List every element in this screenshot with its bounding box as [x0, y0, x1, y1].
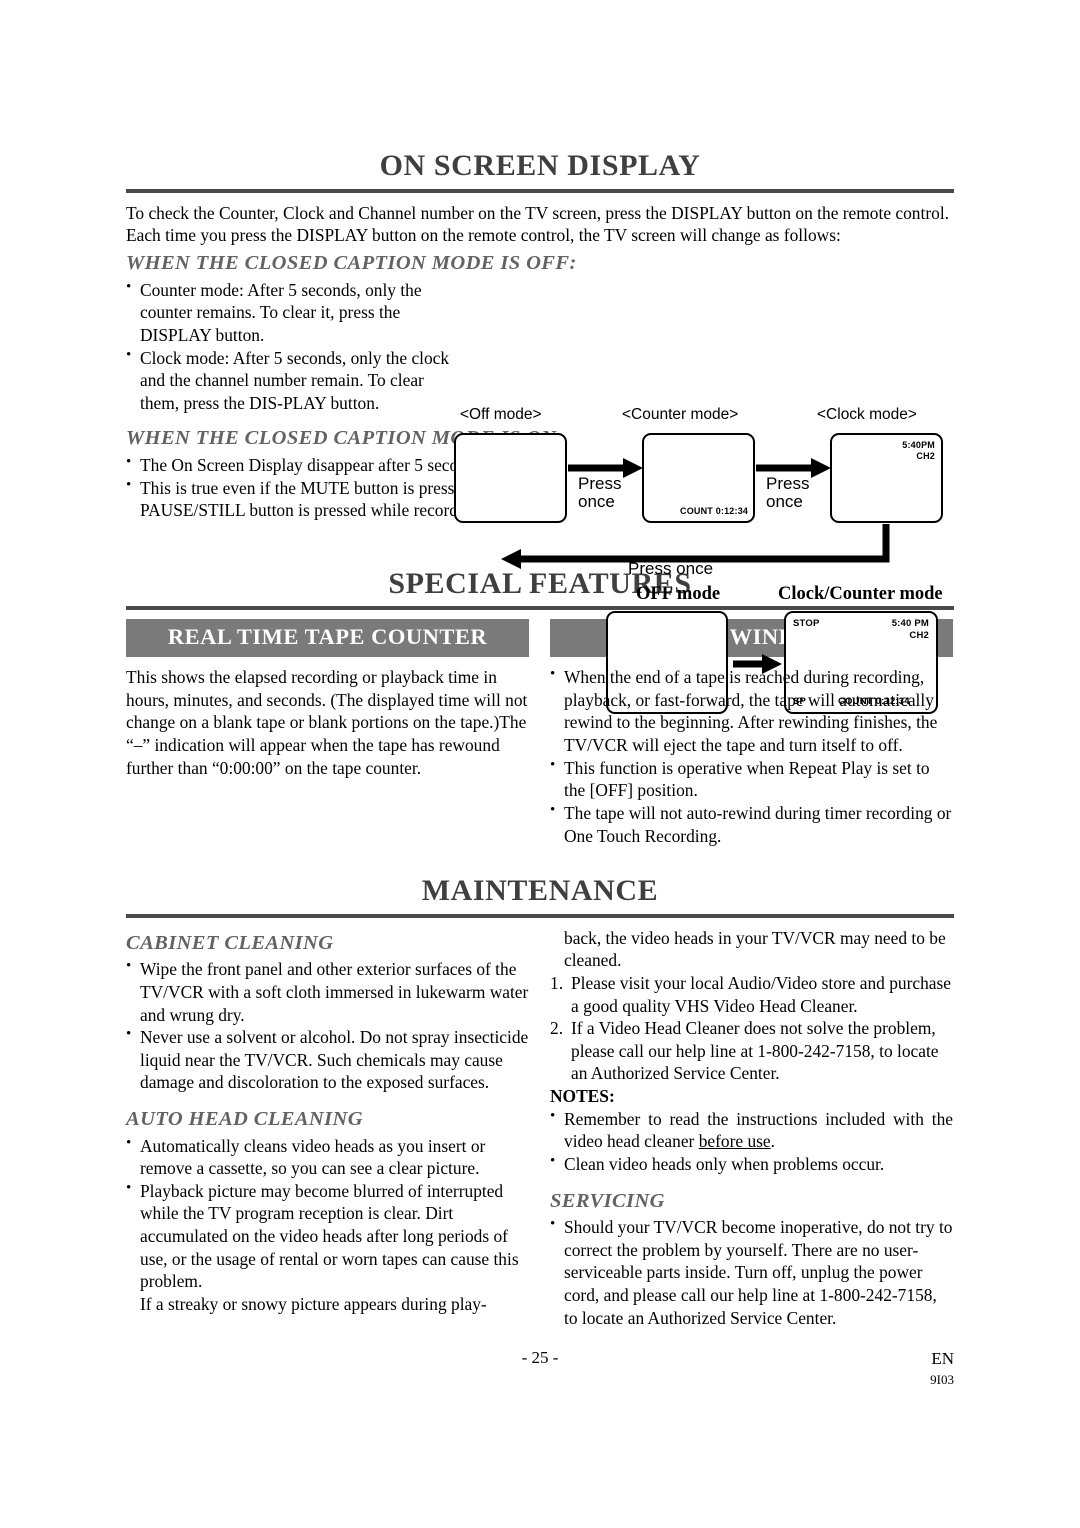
- screen-label-counter-mode: <Counter mode>: [622, 405, 739, 423]
- servicing-bullet-list: Should your TV/VCR become inoperative, d…: [550, 1215, 953, 1329]
- note-text-suffix: .: [770, 1131, 776, 1152]
- notes-bullet-list: Remember to read the instructions includ…: [550, 1107, 953, 1176]
- footer-right-block: EN 9I03: [930, 1348, 954, 1388]
- once-word-2: once: [766, 492, 803, 512]
- list-item: This is true even if the MUTE button is …: [126, 476, 596, 522]
- section-divider-maintenance: [126, 913, 954, 918]
- section-title-on-screen-display: ON SCREEN DISPLAY: [379, 149, 701, 182]
- footer-language-code: EN: [931, 1349, 954, 1368]
- auto-head-cleaning-bullet-list: Automatically cleans video heads as you …: [126, 1134, 529, 1293]
- list-item: Playback picture may become blurred of i…: [126, 1179, 529, 1293]
- feature-banner-row: REAL TIME TAPE COUNTER AUTO REWIND-EJECT: [126, 619, 954, 658]
- banner-auto-rewind-eject: AUTO REWIND-EJECT: [550, 619, 953, 658]
- section-title-maintenance: MAINTENANCE: [421, 874, 659, 908]
- tape-counter-description: This shows the elapsed recording or play…: [126, 667, 528, 778]
- banner-real-time-tape-counter: REAL TIME TAPE COUNTER: [126, 619, 529, 658]
- list-item: Remember to read the instructions includ…: [550, 1107, 953, 1153]
- subhead-cabinet-cleaning: CABINET CLEANING: [126, 931, 334, 954]
- screen-label-off-mode: <Off mode>: [460, 405, 542, 423]
- column-auto-rewind-eject: When the end of a tape is reached during…: [550, 665, 953, 847]
- list-item: Wipe the front panel and other exterior …: [126, 957, 529, 1026]
- list-item: When the end of a tape is reached during…: [550, 665, 953, 757]
- arrow-label-press-once-2: Press once: [766, 473, 810, 512]
- subhead-cc-mode-off: WHEN THE CLOSED CAPTION MODE IS OFF:: [126, 252, 577, 275]
- list-item: Should your TV/VCR become inoperative, d…: [550, 1215, 953, 1329]
- list-item: Please visit your local Audio/Video stor…: [550, 972, 952, 1016]
- list-item: Never use a solvent or alcohol. Do not s…: [126, 1025, 529, 1094]
- maintenance-columns: CABINET CLEANING Wipe the front panel an…: [126, 927, 954, 1330]
- document-page: ON SCREEN DISPLAY To check the Counter, …: [0, 0, 1080, 1528]
- screen-label-clock-mode: <Clock mode>: [817, 405, 917, 423]
- page-content: ON SCREEN DISPLAY To check the Counter, …: [126, 150, 954, 1329]
- list-item: Clock mode: After 5 seconds, only the cl…: [126, 346, 456, 415]
- notes-label: NOTES:: [550, 1086, 615, 1107]
- column-maintenance-right: back, the video heads in your TV/VCR may…: [550, 927, 953, 1330]
- cc-on-bullet-list: The On Screen Display disappear after 5 …: [126, 453, 596, 522]
- osd-channel-number: CH2: [916, 450, 935, 461]
- note-text-underlined: before use: [698, 1131, 771, 1152]
- page-footer: - 25 - EN 9I03: [126, 1348, 954, 1408]
- section-title-special-features: SPECIAL FEATURES: [388, 566, 692, 600]
- osd-intro-paragraph: To check the Counter, Clock and Channel …: [126, 202, 950, 246]
- cabinet-cleaning-bullet-list: Wipe the front panel and other exterior …: [126, 957, 529, 1094]
- special-features-columns: This shows the elapsed recording or play…: [126, 665, 954, 847]
- subhead-auto-head-cleaning: AUTO HEAD CLEANING: [126, 1108, 363, 1130]
- section-divider-special-features: [126, 606, 954, 611]
- osd-counter-value: COUNT 0:12:34: [680, 505, 749, 516]
- head-cleaner-steps-list: Please visit your local Audio/Video stor…: [550, 972, 953, 1085]
- footer-document-code: 9I03: [930, 1371, 954, 1387]
- list-item: Clean video heads only when problems occ…: [550, 1152, 953, 1176]
- list-item: If a Video Head Cleaner does not solve t…: [550, 1017, 939, 1084]
- list-item: Counter mode: After 5 seconds, only the …: [126, 278, 456, 347]
- list-item: The On Screen Display disappear after 5 …: [126, 453, 596, 477]
- section-divider-osd: [126, 188, 954, 193]
- column-real-time-tape-counter: This shows the elapsed recording or play…: [126, 666, 529, 847]
- auto-head-trailing-line: If a streaky or snowy picture appears du…: [140, 1293, 487, 1314]
- list-item: This function is operative when Repeat P…: [550, 756, 953, 802]
- press-word-2: Press: [766, 473, 810, 493]
- list-item: The tape will not auto-rewind during tim…: [550, 801, 953, 847]
- column-maintenance-left: CABINET CLEANING Wipe the front panel an…: [126, 927, 529, 1330]
- subhead-servicing: SERVICING: [550, 1189, 665, 1212]
- page-number: - 25 -: [521, 1348, 559, 1367]
- list-item: Automatically cleans video heads as you …: [126, 1134, 529, 1180]
- maintenance-continuation-text: back, the video heads in your TV/VCR may…: [564, 927, 946, 971]
- cc-off-bullet-list: Counter mode: After 5 seconds, only the …: [126, 278, 456, 415]
- auto-rewind-bullet-list: When the end of a tape is reached during…: [550, 665, 953, 847]
- subhead-cc-mode-on: WHEN THE CLOSED CAPTION MODE IS ON:: [126, 427, 564, 450]
